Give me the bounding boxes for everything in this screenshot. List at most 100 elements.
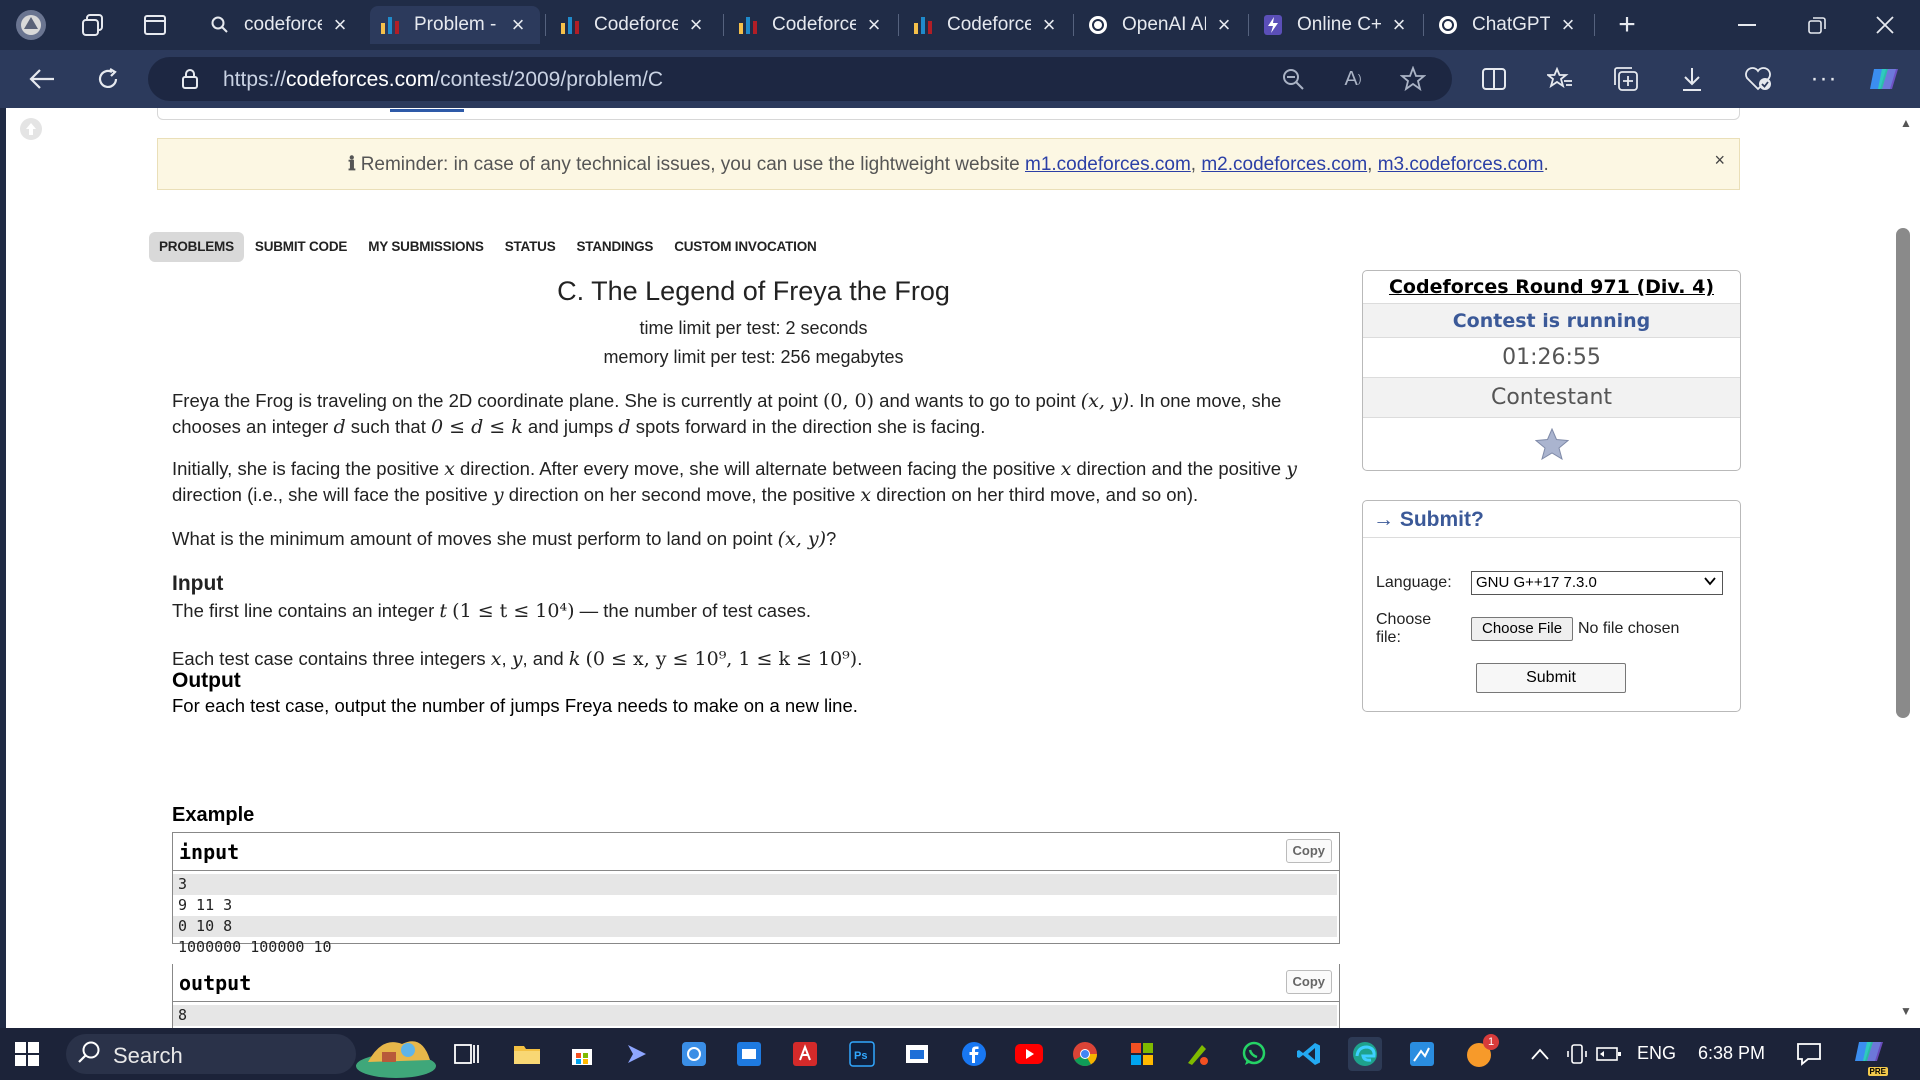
tab-chatgpt[interactable]: ChatGPT ×: [1428, 6, 1590, 44]
notification-center-icon[interactable]: [1792, 1037, 1826, 1071]
star-icon[interactable]: [1535, 428, 1569, 460]
close-icon[interactable]: ×: [1714, 150, 1725, 171]
submit-box: → Submit? Language: GNU G++17 7.3.0 Choo…: [1362, 500, 1741, 712]
app-blue-square-icon[interactable]: [677, 1037, 711, 1071]
lock-icon[interactable]: [175, 64, 205, 94]
copy-input-button[interactable]: Copy: [1285, 839, 1332, 863]
tab-codeforces-search[interactable]: codeforces ×: [200, 6, 362, 44]
scrollbar-thumb[interactable]: [1896, 228, 1910, 718]
url-scheme: https://: [223, 68, 287, 91]
close-icon[interactable]: ×: [684, 12, 708, 38]
collections-icon[interactable]: [1608, 61, 1644, 97]
refresh-icon[interactable]: [88, 59, 128, 99]
tab-problem[interactable]: Problem - ×: [370, 6, 540, 44]
downloads-icon[interactable]: [1674, 61, 1710, 97]
edge-browser-icon[interactable]: [1348, 1037, 1382, 1071]
statement-text: direction (i.e., she will face the posit…: [172, 484, 493, 505]
workspaces-icon[interactable]: [76, 8, 110, 42]
app-window-icon[interactable]: [900, 1037, 934, 1071]
taskbar-search-box[interactable]: Search: [66, 1034, 356, 1074]
whatsapp-icon[interactable]: [1237, 1037, 1271, 1071]
copy-output-button[interactable]: Copy: [1285, 970, 1332, 994]
vscode-icon[interactable]: [1292, 1037, 1326, 1071]
more-options-icon[interactable]: ···: [1806, 61, 1842, 97]
restore-icon[interactable]: [1787, 0, 1847, 50]
close-icon[interactable]: ×: [862, 12, 886, 38]
submit-button[interactable]: Submit: [1476, 663, 1626, 693]
mirror-link-m1[interactable]: m1.codeforces.com: [1025, 154, 1191, 175]
zoom-icon[interactable]: [1278, 64, 1308, 94]
close-icon[interactable]: ×: [328, 12, 352, 38]
chevron-up-icon[interactable]: [1523, 1037, 1557, 1071]
device-icon[interactable]: [1560, 1037, 1594, 1071]
battery-icon[interactable]: [1592, 1037, 1626, 1071]
microsoft-store-icon[interactable]: [565, 1037, 599, 1071]
nav-problems[interactable]: Problems: [149, 232, 244, 262]
statement-paragraph-1: Freya the Frog is traveling on the 2D co…: [172, 388, 1342, 440]
tab-codeforces-3[interactable]: Codeforces ×: [903, 6, 1071, 44]
mirror-link-m2[interactable]: m2.codeforces.com: [1201, 154, 1367, 175]
copilot-app-icon[interactable]: [620, 1037, 654, 1071]
app-paint-icon[interactable]: [1180, 1037, 1214, 1071]
language-indicator[interactable]: ENG: [1637, 1043, 1676, 1064]
close-icon[interactable]: ×: [1556, 12, 1580, 38]
chrome-icon[interactable]: [1068, 1037, 1102, 1071]
favorite-star-icon[interactable]: [1398, 64, 1428, 94]
browser-essentials-icon[interactable]: [1740, 61, 1776, 97]
clock-time[interactable]: 6:38 PM: [1698, 1043, 1765, 1064]
windows-start-icon[interactable]: [10, 1037, 44, 1071]
copilot-icon[interactable]: [1866, 61, 1902, 97]
nav-my-submissions[interactable]: My Submissions: [358, 232, 493, 262]
url-text[interactable]: https://codeforces.com/contest/2009/prob…: [223, 68, 663, 92]
statement-text: Each test case contains three integers: [172, 648, 491, 669]
math-origin: (0, 0): [822, 390, 875, 412]
nav-status[interactable]: Status: [495, 232, 566, 262]
notification-app-icon[interactable]: 1: [1463, 1034, 1499, 1071]
app-colorful-grid-icon[interactable]: [1125, 1037, 1159, 1071]
memory-limit: memory limit per test: 256 megabytes: [603, 347, 904, 367]
minimize-icon[interactable]: [1717, 0, 1777, 50]
scroll-to-top-icon[interactable]: [20, 118, 42, 140]
nav-submit-code[interactable]: Submit Code: [245, 232, 357, 262]
statement-paragraph-2: Initially, she is facing the positive x …: [172, 456, 1342, 508]
tab-online-compiler[interactable]: Online C+ ×: [1253, 6, 1421, 44]
acrobat-icon[interactable]: [788, 1037, 822, 1071]
tab-codeforces-1[interactable]: Codeforces ×: [550, 6, 718, 44]
scroll-up-arrow-icon[interactable]: ▲: [1896, 116, 1916, 136]
new-tab-plus-icon[interactable]: +: [1610, 8, 1644, 42]
close-icon[interactable]: ×: [1387, 12, 1411, 38]
profile-avatar-icon[interactable]: [14, 8, 48, 42]
tab-label: Codeforces: [594, 14, 678, 35]
window-close-icon[interactable]: [1855, 0, 1915, 50]
choose-file-button[interactable]: Choose File: [1471, 617, 1574, 641]
submit-title: → Submit?: [1373, 508, 1484, 531]
active-menu-indicator: [390, 109, 464, 112]
tab-actions-icon[interactable]: [138, 8, 172, 42]
statement-text: such that: [345, 416, 431, 437]
mirror-link-m3[interactable]: m3.codeforces.com: [1378, 154, 1544, 175]
back-arrow-icon[interactable]: [22, 59, 62, 99]
task-view-icon[interactable]: [450, 1037, 484, 1071]
nav-custom-invocation[interactable]: Custom Invocation: [664, 232, 826, 262]
read-aloud-icon[interactable]: A): [1338, 64, 1368, 94]
scroll-down-arrow-icon[interactable]: ▼: [1896, 1004, 1916, 1024]
favorites-icon[interactable]: [1542, 61, 1578, 97]
nav-standings[interactable]: Standings: [567, 232, 664, 262]
address-bar[interactable]: https://codeforces.com/contest/2009/prob…: [148, 57, 1452, 101]
tab-codeforces-2[interactable]: Codeforces ×: [728, 6, 896, 44]
facebook-icon[interactable]: [957, 1037, 991, 1071]
app-blue-tile-icon[interactable]: [732, 1037, 766, 1071]
close-icon[interactable]: ×: [1212, 12, 1236, 38]
close-icon[interactable]: ×: [1037, 12, 1061, 38]
copilot-tray-icon[interactable]: PRE: [1852, 1037, 1888, 1076]
contest-name-link[interactable]: Codeforces Round 971 (Div. 4): [1389, 276, 1714, 298]
sample-input-lines: 3 9 11 3 0 10 8 1000000 100000 10: [173, 871, 1339, 958]
language-select[interactable]: GNU G++17 7.3.0: [1471, 571, 1723, 595]
close-icon[interactable]: ×: [506, 12, 530, 38]
photoshop-icon[interactable]: Ps: [845, 1037, 879, 1071]
split-screen-icon[interactable]: [1476, 61, 1512, 97]
youtube-icon[interactable]: [1012, 1037, 1046, 1071]
tab-openai-api[interactable]: OpenAI AP ×: [1078, 6, 1246, 44]
file-explorer-icon[interactable]: [510, 1037, 544, 1071]
app-blue-image-icon[interactable]: [1405, 1037, 1439, 1071]
